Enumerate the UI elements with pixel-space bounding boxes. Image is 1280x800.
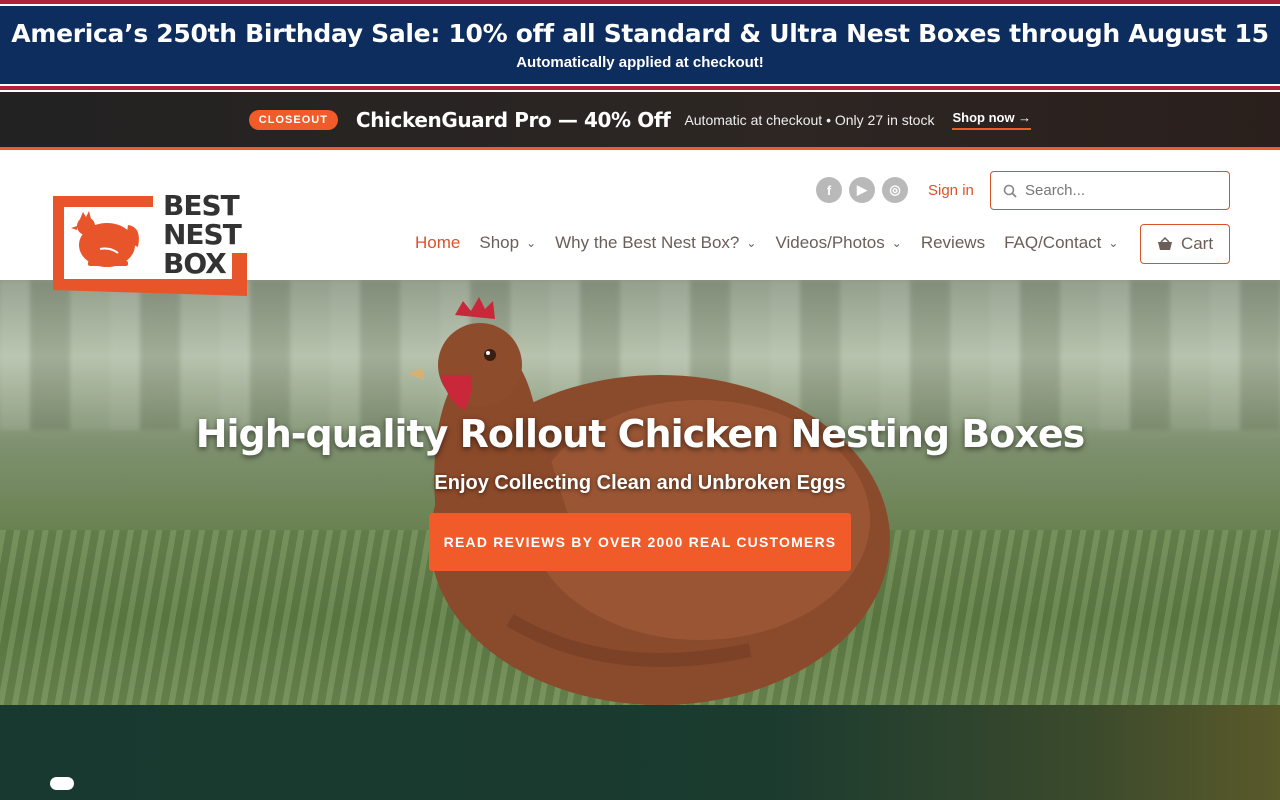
site-header: BEST NEST BOX f ▶ ◎ Sign in Home Shop⌄ W…	[0, 153, 1280, 296]
search-icon	[1003, 184, 1017, 198]
nav-home[interactable]: Home	[415, 233, 460, 253]
nav-reviews[interactable]: Reviews	[921, 233, 985, 253]
announcement-headline: America’s 250th Birthday Sale: 10% off a…	[11, 19, 1269, 48]
announcement-subline: Automatically applied at checkout!	[516, 54, 764, 71]
logo[interactable]: BEST NEST BOX	[50, 189, 250, 298]
hero-subtitle: Enjoy Collecting Clean and Unbroken Eggs	[434, 472, 846, 494]
featured-section	[0, 705, 1280, 800]
youtube-icon[interactable]: ▶	[849, 177, 875, 203]
basket-icon	[1157, 237, 1172, 250]
announcement-bar: America’s 250th Birthday Sale: 10% off a…	[0, 0, 1280, 90]
instagram-icon[interactable]: ◎	[882, 177, 908, 203]
sign-in-link[interactable]: Sign in	[928, 182, 974, 199]
chat-toggle-button[interactable]	[50, 777, 74, 790]
nav-shop[interactable]: Shop ⌄	[479, 233, 536, 253]
closeout-badge: CLOSEOUT	[248, 109, 338, 130]
closeout-bar: CLOSEOUT ChickenGuard Pro — 40% Off Auto…	[0, 92, 1280, 150]
nav-why[interactable]: Why the Best Nest Box? ⌄	[555, 233, 756, 253]
cart-label: Cart	[1180, 234, 1214, 253]
nav-faq-contact[interactable]: FAQ/Contact ⌄	[1004, 233, 1118, 253]
facebook-icon[interactable]: f	[816, 177, 842, 203]
cart-button[interactable]: Cart	[1140, 224, 1230, 264]
closeout-details: Automatic at checkout • Only 27 in stock	[684, 111, 935, 128]
chevron-down-icon: ⌄	[1108, 236, 1119, 250]
shop-now-link[interactable]: Shop now →	[952, 110, 1032, 130]
chevron-down-icon: ⌄	[526, 236, 537, 250]
nav-videos-photos[interactable]: Videos/Photos ⌄	[775, 233, 901, 253]
search-input[interactable]	[1025, 182, 1215, 199]
chevron-down-icon: ⌄	[746, 236, 757, 250]
main-nav: Home Shop ⌄ Why the Best Nest Box? ⌄ Video…	[415, 233, 1137, 253]
search-box	[990, 171, 1230, 210]
logo-wordmark: BEST NEST BOX	[163, 189, 242, 280]
closeout-title: ChickenGuard Pro — 40% Off	[355, 107, 671, 132]
hero-banner: High-quality Rollout Chicken Nesting Box…	[0, 280, 1280, 705]
social-links: f ▶ ◎	[816, 177, 908, 203]
read-reviews-button[interactable]: READ REVIEWS BY OVER 2000 REAL CUSTOMERS	[429, 513, 851, 571]
hero-title: High-quality Rollout Chicken Nesting Box…	[195, 412, 1086, 456]
hen-icon	[71, 211, 139, 267]
chevron-down-icon: ⌄	[891, 236, 902, 250]
hen-photo	[408, 297, 890, 705]
